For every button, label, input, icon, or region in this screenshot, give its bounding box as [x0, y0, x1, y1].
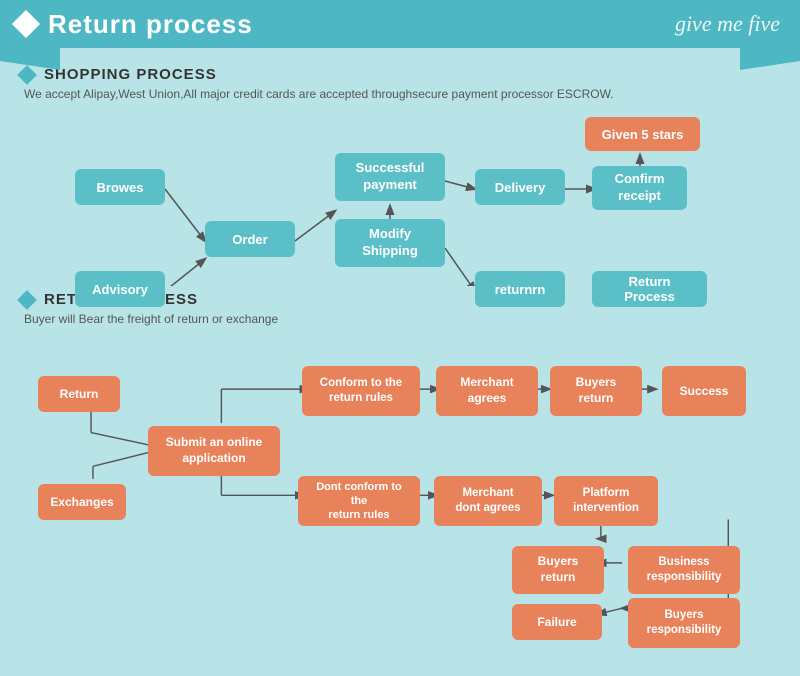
box-dont-conform: Dont conform to thereturn rules — [298, 476, 420, 526]
box-buyers-responsibility: Buyersresponsibility — [628, 598, 740, 648]
box-return: Return — [38, 376, 120, 412]
box-delivery: Delivery — [475, 169, 565, 205]
box-merchant-agrees: Merchantagrees — [436, 366, 538, 416]
header-diamond — [12, 10, 40, 38]
box-order: Order — [205, 221, 295, 257]
shopping-diagram: Browes Order Advisory ModifyShipping Suc… — [20, 111, 780, 286]
box-failure: Failure — [512, 604, 602, 640]
box-modify-shipping: ModifyShipping — [335, 219, 445, 267]
return-diagram: Return Exchanges Submit an onlineapplica… — [20, 336, 780, 616]
page-header: Return process give me five — [0, 0, 800, 48]
box-merchant-dont-agrees: Merchantdont agrees — [434, 476, 542, 526]
box-confirm-receipt: Confirmreceipt — [592, 166, 687, 210]
box-success: Success — [662, 366, 746, 416]
page-title: Return process — [48, 9, 253, 40]
return-diamond — [17, 290, 37, 310]
box-conform-return: Conform to thereturn rules — [302, 366, 420, 416]
box-buyers-return-bottom: Buyersreturn — [512, 546, 604, 594]
box-platform-intervention: Platformintervention — [554, 476, 658, 526]
box-exchanges: Exchanges — [38, 484, 126, 520]
box-return-process: Return Process — [592, 271, 707, 307]
box-successful-payment: Successfulpayment — [335, 153, 445, 201]
box-submit-online: Submit an onlineapplication — [148, 426, 280, 476]
main-content: SHOPPING PROCESS We accept Alipay,West U… — [0, 48, 800, 626]
shopping-desc: We accept Alipay,West Union,All major cr… — [20, 87, 780, 101]
box-advisory: Advisory — [75, 271, 165, 307]
box-given-5-stars: Given 5 stars — [585, 117, 700, 151]
shopping-diamond — [17, 65, 37, 85]
return-desc: Buyer will Bear the freight of return or… — [20, 312, 780, 326]
box-buyers-return-top: Buyersreturn — [550, 366, 642, 416]
box-business-responsibility: Businessresponsibility — [628, 546, 740, 594]
brand-text: give me five — [675, 11, 780, 37]
box-browes: Browes — [75, 169, 165, 205]
shopping-section-header: SHOPPING PROCESS — [20, 66, 780, 83]
box-returnrn: returnrn — [475, 271, 565, 307]
shopping-title: SHOPPING PROCESS — [44, 66, 217, 83]
